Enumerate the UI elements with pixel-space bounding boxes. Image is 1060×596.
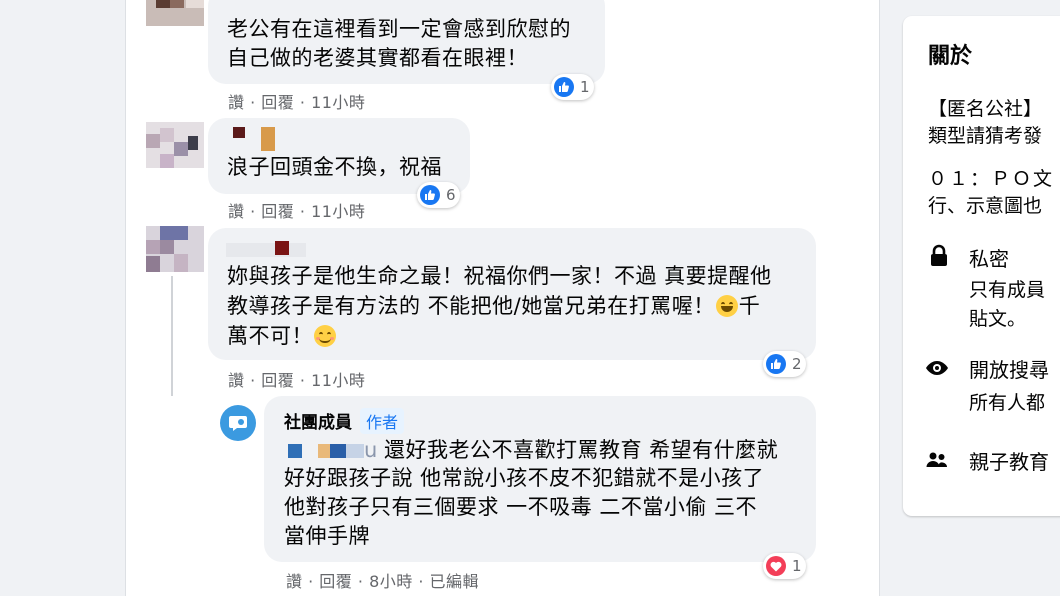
privacy-description: 貼文。: [969, 308, 1027, 330]
reaction-count-label: 2: [792, 355, 802, 373]
like-button[interactable]: 讚: [228, 371, 245, 390]
group-description: 【匿名公社】: [928, 98, 1043, 120]
anonymous-member-avatar[interactable]: [220, 405, 256, 441]
group-rules: 行、示意圖也: [928, 195, 1043, 217]
reply-button[interactable]: 回覆: [261, 371, 294, 390]
group-rules: ０１：ＰＯ文: [928, 168, 1055, 190]
privacy-description: 只有成員: [969, 279, 1046, 301]
topic-title: 親子教育: [969, 450, 1049, 474]
like-icon: [420, 185, 440, 205]
reply-text: 好好跟孩子說 他常說小孩不皮不犯錯就不是小孩了: [284, 466, 765, 490]
about-card: 關於 【匿名公社】 類型請猜考發 ０１：ＰＯ文 行、示意圖也 私密 只有成員 貼…: [903, 16, 1060, 516]
reply-author-line: 社團成員 作者: [284, 408, 405, 434]
comment-text: 萬不可！: [227, 322, 337, 351]
reply-button[interactable]: 回覆: [319, 572, 352, 591]
comment-timestamp[interactable]: 11小時: [311, 202, 365, 221]
privacy-title: 私密: [969, 247, 1009, 271]
lock-icon: [931, 244, 947, 266]
commenter-name-redacted[interactable]: [261, 127, 275, 151]
smile-emoji-icon: [715, 295, 738, 317]
commenter-name-redacted[interactable]: [233, 127, 245, 138]
eye-icon: [926, 361, 948, 375]
like-icon: [766, 354, 786, 374]
mention-redacted[interactable]: [318, 444, 330, 458]
reply-text: 還好我老公不喜歡打罵教育 希望有什麼就: [384, 438, 779, 462]
visibility-description: 所有人都: [969, 392, 1046, 414]
comment-actions: 讚 · 回覆 · 11小時: [228, 93, 366, 112]
commenter-avatar[interactable]: [146, 226, 204, 272]
blush-emoji-icon: [314, 325, 336, 347]
mention-redacted[interactable]: [330, 444, 346, 458]
comment-text: 妳與孩子是他生命之最！祝福你們一家！不過 真要提醒他: [227, 264, 772, 288]
comments-feed: 老公有在這裡看到一定會感到欣慰的 自己做的老婆其實都看在眼裡！ 1 讚 · 回覆…: [125, 0, 880, 596]
reaction-count[interactable]: 2: [763, 351, 806, 377]
visibility-title: 開放搜尋: [969, 358, 1049, 382]
comment-text: 教導孩子是有方法的 不能把他/她當兄弟在打罵喔！千: [227, 294, 761, 318]
heart-icon: [766, 556, 786, 576]
comment-timestamp[interactable]: 11小時: [311, 371, 365, 390]
reaction-count-label: 6: [446, 186, 456, 204]
commenter-name-redacted[interactable]: [226, 243, 306, 257]
comment-text: 老公有在這裡看到一定會感到欣慰的: [227, 17, 571, 41]
author-badge: 作者: [360, 408, 405, 434]
like-button[interactable]: 讚: [286, 572, 303, 591]
group-description: 類型請猜考發: [928, 125, 1043, 147]
reply-text: 當伸手牌: [284, 524, 370, 548]
reaction-count-label: 1: [792, 557, 802, 575]
reply-text: u: [364, 438, 378, 462]
reaction-count[interactable]: 6: [417, 182, 460, 208]
like-button[interactable]: 讚: [228, 93, 245, 112]
comment-actions: 讚 · 回覆 · 11小時: [228, 202, 366, 221]
mention-redacted[interactable]: [288, 444, 302, 458]
like-icon: [554, 77, 574, 97]
reply-text: 他對孩子只有三個要求 一不吸毒 二不當小偷 三不: [284, 495, 758, 519]
people-icon: [926, 452, 947, 467]
reply-author-name[interactable]: 社團成員: [284, 413, 352, 433]
edited-label[interactable]: 已編輯: [430, 572, 480, 591]
reaction-count[interactable]: 1: [551, 74, 594, 100]
about-title: 關於: [928, 44, 973, 69]
commenter-name-redacted[interactable]: [275, 241, 289, 255]
thread-line: [171, 276, 173, 396]
like-button[interactable]: 讚: [228, 202, 245, 221]
reaction-count[interactable]: 1: [763, 553, 806, 579]
mention-redacted[interactable]: [346, 444, 364, 458]
comment-actions: 讚 · 回覆 · 11小時: [228, 371, 366, 390]
comment-timestamp[interactable]: 11小時: [311, 93, 365, 112]
reaction-count-label: 1: [580, 78, 590, 96]
comment-text: 自己做的老婆其實都看在眼裡！: [227, 46, 528, 70]
reply-button[interactable]: 回覆: [261, 202, 294, 221]
commenter-avatar[interactable]: [146, 122, 204, 168]
group-member-icon: [229, 416, 247, 431]
reply-button[interactable]: 回覆: [261, 93, 294, 112]
commenter-avatar[interactable]: [146, 0, 204, 32]
comment-text: 浪子回頭金不換，祝福: [227, 155, 442, 179]
reply-actions: 讚 · 回覆 · 8小時 · 已編輯: [286, 572, 480, 591]
reply-timestamp[interactable]: 8小時: [369, 572, 413, 591]
